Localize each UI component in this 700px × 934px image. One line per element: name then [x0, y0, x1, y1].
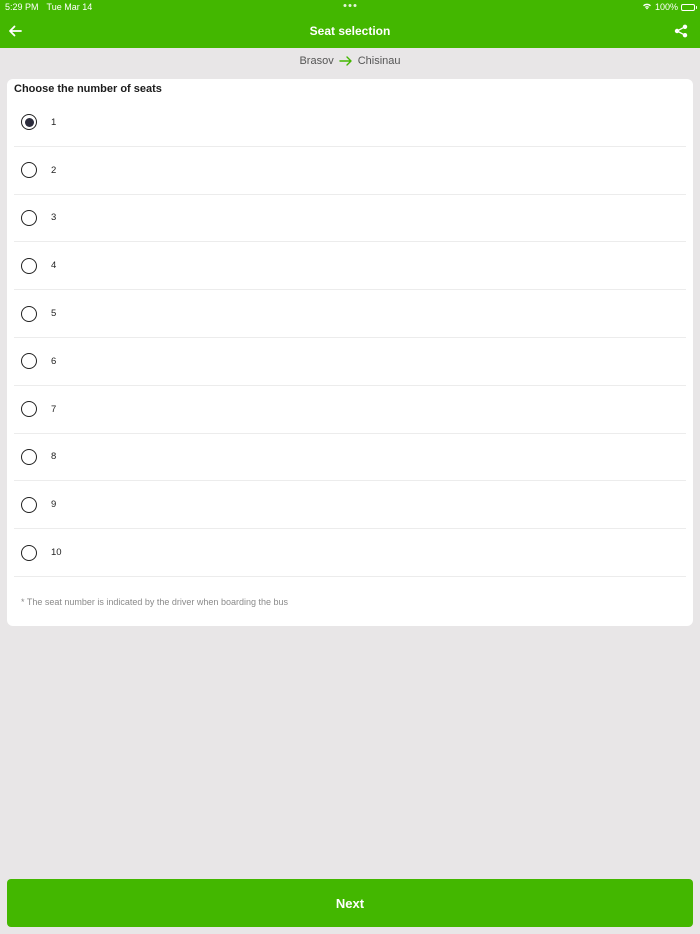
- seat-option-10[interactable]: 10: [14, 529, 686, 577]
- radio-button[interactable]: [21, 209, 37, 226]
- status-bar: 5:29 PM Tue Mar 14 100%: [0, 0, 700, 14]
- seat-option-2[interactable]: 2: [14, 147, 686, 195]
- page-title: Seat selection: [309, 24, 391, 38]
- radio-dot: [24, 117, 34, 127]
- seat-option-8[interactable]: 8: [14, 434, 686, 482]
- radio-button[interactable]: [21, 162, 37, 179]
- status-date: Tue Mar 14: [46, 2, 93, 12]
- wifi-icon: [642, 2, 652, 12]
- seat-count-heading: Choose the number of seats: [14, 83, 162, 95]
- radio-button[interactable]: [21, 448, 37, 465]
- seat-option-4[interactable]: 4: [14, 242, 686, 291]
- nav-bar: Seat selection: [0, 14, 700, 48]
- seat-count-options: 1 2 3 4 5 6 7 8 9 10: [14, 99, 686, 577]
- seat-option-label: 7: [51, 403, 57, 415]
- route-from: Brasov: [299, 55, 334, 67]
- seat-option-label: 10: [51, 547, 62, 559]
- seat-option-label: 2: [51, 164, 57, 176]
- route-to: Chisinau: [357, 55, 401, 67]
- seat-option-label: 3: [51, 212, 57, 224]
- next-button[interactable]: Next: [7, 879, 693, 927]
- arrow-right-icon: [339, 56, 353, 66]
- multitasking-dots-icon[interactable]: [343, 4, 357, 7]
- seat-option-label: 9: [51, 499, 57, 511]
- seat-option-label: 8: [51, 451, 57, 463]
- seat-count-card: Choose the number of seats 1 2 3 4 5 6 7 8 9 10 *…: [7, 79, 693, 626]
- seat-option-5[interactable]: 5: [14, 290, 686, 338]
- status-time: 5:29 PM: [5, 2, 39, 12]
- seat-option-label: 1: [51, 116, 57, 128]
- radio-button[interactable]: [21, 114, 37, 131]
- radio-button[interactable]: [21, 257, 37, 274]
- seat-option-3[interactable]: 3: [14, 195, 686, 243]
- seat-option-1[interactable]: 1: [14, 99, 686, 147]
- seat-option-7[interactable]: 7: [14, 386, 686, 434]
- battery-percent: 100%: [654, 2, 678, 12]
- radio-button[interactable]: [21, 496, 37, 513]
- seat-option-9[interactable]: 9: [14, 481, 686, 530]
- route-summary: Brasov Chisinau: [0, 52, 700, 70]
- seat-option-label: 4: [51, 260, 57, 272]
- seat-option-label: 6: [51, 355, 57, 367]
- seat-option-6[interactable]: 6: [14, 338, 686, 386]
- radio-button[interactable]: [21, 305, 37, 322]
- radio-button[interactable]: [21, 353, 37, 370]
- radio-button[interactable]: [21, 544, 37, 561]
- status-right: 100%: [642, 2, 697, 12]
- seat-note: * The seat number is indicated by the dr…: [21, 597, 288, 607]
- share-icon[interactable]: [672, 22, 690, 40]
- seat-option-label: 5: [51, 308, 57, 320]
- arrow-left-icon[interactable]: [6, 22, 24, 40]
- battery-icon: [681, 3, 697, 11]
- radio-button[interactable]: [21, 401, 37, 418]
